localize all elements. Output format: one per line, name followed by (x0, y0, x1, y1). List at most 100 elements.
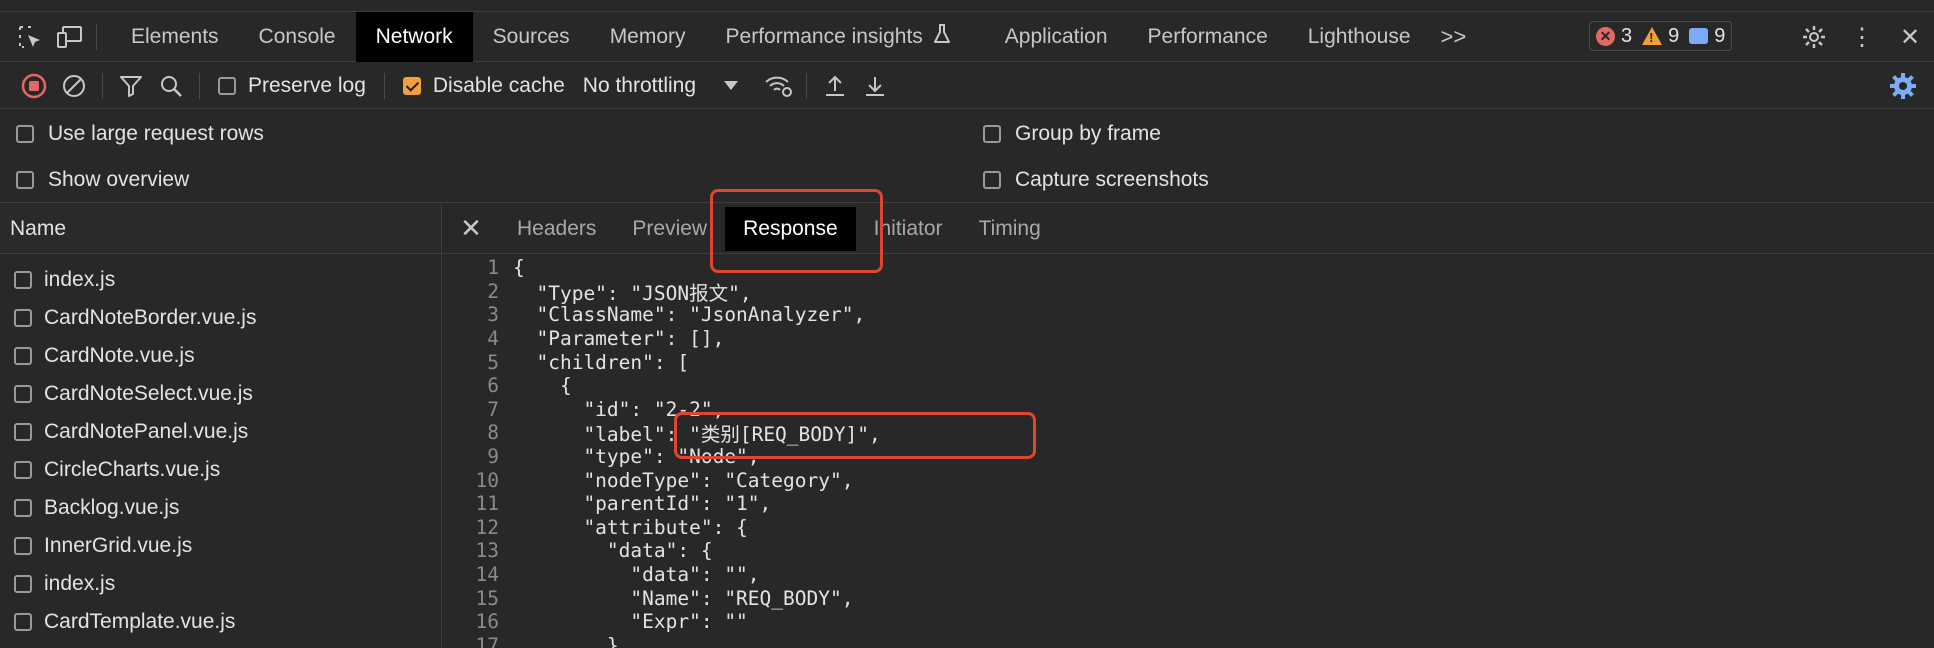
toolbar-separator (806, 72, 808, 99)
request-checkbox[interactable] (14, 309, 32, 327)
request-name: CardTemplate.vue.js (44, 610, 236, 633)
line-number: 15 (475, 586, 499, 610)
tab-label: Application (1004, 24, 1108, 48)
request-row[interactable]: Backlog.vue.js (0, 489, 441, 527)
network-toolbar: Preserve log Disable cache No throttling (0, 63, 1934, 109)
capture-screenshots-checkbox[interactable]: Capture screenshots (983, 168, 1209, 192)
response-tab-highlight (710, 189, 883, 273)
response-viewer[interactable]: 1{2 "Type": "JSON报文", 3 "ClassName": "Jso… (443, 256, 1934, 648)
request-list-panel: Name index.js CardNoteBorder.vue.js CardNo… (0, 204, 442, 648)
toolbar-separator (102, 72, 103, 99)
request-checkbox[interactable] (14, 461, 32, 479)
request-checkbox[interactable] (14, 423, 32, 441)
group-by-frame-box[interactable] (983, 125, 1001, 143)
tab-label: Performance insights (725, 24, 923, 48)
line-text: "children": [ (513, 350, 690, 374)
show-overview-box[interactable] (16, 171, 34, 189)
group-by-frame-checkbox[interactable]: Group by frame (983, 122, 1161, 146)
large-rows-label: Use large request rows (48, 122, 264, 145)
request-name: CircleCharts.vue.js (44, 458, 221, 481)
detail-tab-headers[interactable]: Headers (499, 204, 614, 254)
code-line: 9 "type": "Node", (443, 445, 1934, 469)
tab-application[interactable]: Application (985, 12, 1128, 62)
line-number: 1 (487, 256, 499, 280)
issue-badges[interactable]: ✕3 9 9 (1589, 21, 1733, 51)
detail-tab-preview[interactable]: Preview (614, 204, 725, 254)
request-checkbox[interactable] (14, 613, 32, 631)
request-row[interactable]: CircleCharts.vue.js (0, 451, 441, 489)
search-icon[interactable] (151, 63, 191, 109)
device-toolbar-icon[interactable] (50, 12, 90, 62)
error-badge[interactable]: ✕ 3 (1596, 25, 1632, 48)
preserve-log-checkbox[interactable]: Preserve log (218, 74, 366, 98)
network-settings-gear-icon[interactable] (1888, 71, 1918, 101)
request-row[interactable]: InnerGrid.vue.js (0, 527, 441, 565)
filter-icon[interactable] (111, 63, 151, 109)
request-name: CardNotePanel.vue.js (44, 420, 249, 443)
request-checkbox[interactable] (14, 499, 32, 517)
inspect-element-icon[interactable] (10, 12, 50, 62)
devtools-tab-bar: Elements Console Network Sources Memory Perfo… (0, 11, 1934, 62)
close-devtools-icon[interactable]: ✕ (1886, 12, 1934, 62)
request-checkbox[interactable] (14, 385, 32, 403)
request-name: CardNoteSelect.vue.js (44, 382, 253, 405)
kebab-menu-icon[interactable]: ⋮ (1838, 12, 1886, 62)
line-number: 9 (487, 445, 499, 469)
line-number: 2 (487, 279, 499, 303)
request-checkbox[interactable] (14, 575, 32, 593)
capture-screenshots-box[interactable] (983, 171, 1001, 189)
import-har-icon[interactable] (815, 63, 855, 109)
more-tabs-button[interactable]: >> (1431, 24, 1477, 50)
close-detail-icon[interactable]: ✕ (443, 204, 499, 254)
stop-recording-icon[interactable] (14, 63, 54, 109)
tab-performance-insights[interactable]: Performance insights (706, 12, 971, 62)
tab-network[interactable]: Network (355, 11, 473, 62)
warning-count: 9 (1668, 24, 1680, 47)
request-row[interactable]: index.js (0, 261, 441, 299)
show-overview-checkbox[interactable]: Show overview (16, 168, 189, 192)
message-badge[interactable]: 9 (1689, 25, 1725, 48)
capture-screenshots-label: Capture screenshots (1015, 168, 1209, 191)
request-row[interactable]: CardTemplate.vue.js (0, 603, 441, 641)
request-checkbox[interactable] (14, 271, 32, 289)
window-top-strip (0, 0, 1934, 12)
tab-elements[interactable]: Elements (111, 12, 239, 62)
chevron-down-icon (724, 81, 739, 90)
line-text: "parentId": "1", (513, 492, 772, 516)
large-rows-checkbox[interactable]: Use large request rows (16, 122, 264, 146)
tab-performance[interactable]: Performance (1128, 12, 1288, 62)
name-column-header[interactable]: Name (0, 204, 441, 254)
code-line: 15 "Name": "REQ_BODY", (443, 586, 1934, 610)
request-row[interactable]: CardNoteSelect.vue.js (0, 375, 441, 413)
line-text: "Type": "JSON报文", (513, 281, 752, 305)
message-icon (1689, 28, 1709, 44)
code-line: 4 "Parameter": [], (443, 327, 1934, 351)
request-row[interactable]: CardNoteBorder.vue.js (0, 299, 441, 337)
clear-icon[interactable] (54, 63, 94, 109)
warning-badge[interactable]: 9 (1642, 25, 1679, 48)
line-number: 7 (487, 397, 499, 421)
code-line: 10 "nodeType": "Category", (443, 468, 1934, 492)
line-text: "Parameter": [], (513, 327, 725, 351)
request-checkbox[interactable] (14, 347, 32, 365)
tab-console[interactable]: Console (239, 12, 356, 62)
tab-sources[interactable]: Sources (473, 12, 590, 62)
export-har-icon[interactable] (855, 63, 895, 109)
preserve-log-box[interactable] (218, 76, 236, 95)
tab-memory[interactable]: Memory (590, 12, 706, 62)
disable-cache-box[interactable] (402, 76, 421, 95)
disable-cache-checkbox[interactable]: Disable cache (402, 74, 565, 98)
detail-tab-timing[interactable]: Timing (961, 204, 1059, 254)
throttling-select[interactable]: No throttling (583, 74, 739, 98)
request-row[interactable]: index.js (0, 565, 441, 603)
tab-lighthouse[interactable]: Lighthouse (1288, 12, 1431, 62)
request-name: index.js (44, 572, 116, 595)
line-text: "attribute": { (513, 515, 748, 539)
network-conditions-icon[interactable] (758, 63, 798, 109)
request-row[interactable]: CardNote.vue.js (0, 337, 441, 375)
request-checkbox[interactable] (14, 537, 32, 555)
line-number: 17 (475, 633, 499, 648)
settings-gear-icon[interactable] (1790, 12, 1838, 62)
large-rows-box[interactable] (16, 125, 34, 143)
request-row[interactable]: CardNotePanel.vue.js (0, 413, 441, 451)
